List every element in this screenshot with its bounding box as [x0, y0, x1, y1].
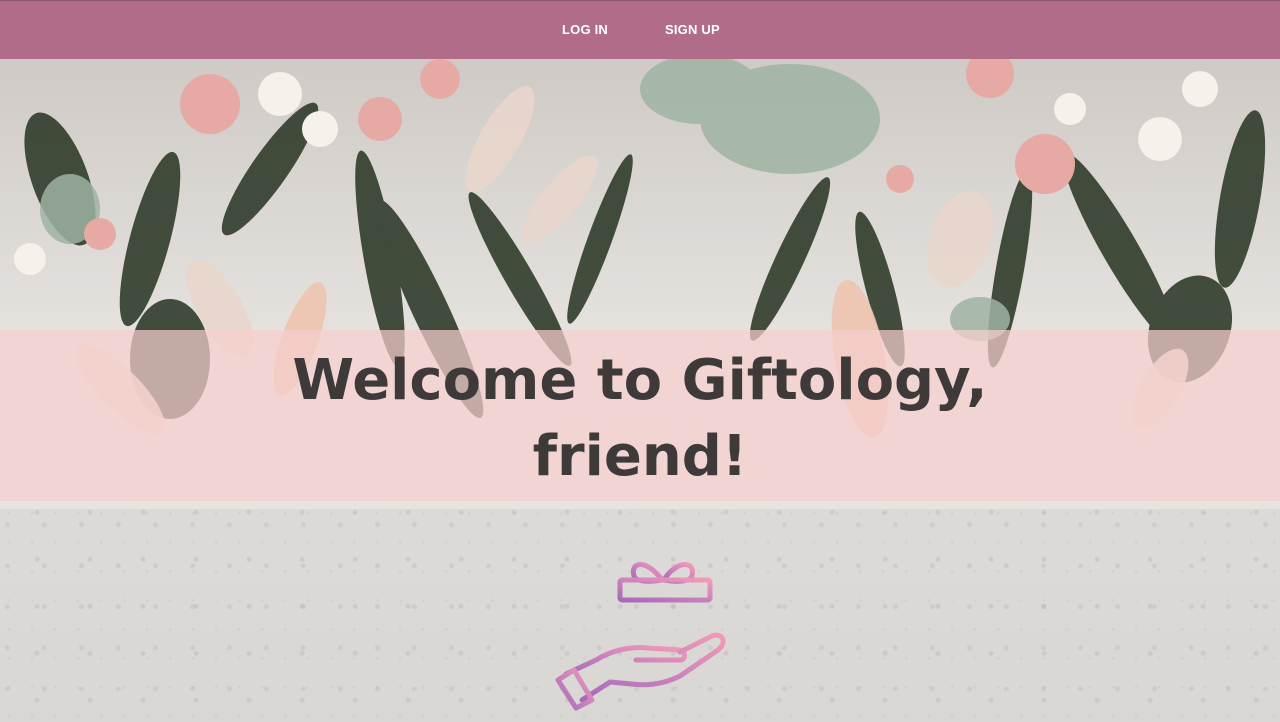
- login-link[interactable]: LOG IN: [562, 22, 608, 37]
- gift-in-hand-icon: [555, 562, 726, 711]
- welcome-heading-line1: Welcome to Giftology,: [292, 348, 988, 413]
- welcome-heading-line2: friend!: [532, 424, 748, 489]
- signup-link[interactable]: SIGN UP: [665, 22, 720, 37]
- top-navbar: LOG IN SIGN UP: [0, 0, 1280, 59]
- welcome-heading: Welcome to Giftology, friend!: [0, 343, 1280, 495]
- landing-page: LOG IN SIGN UP Welcome to Giftology, fri…: [0, 0, 1280, 722]
